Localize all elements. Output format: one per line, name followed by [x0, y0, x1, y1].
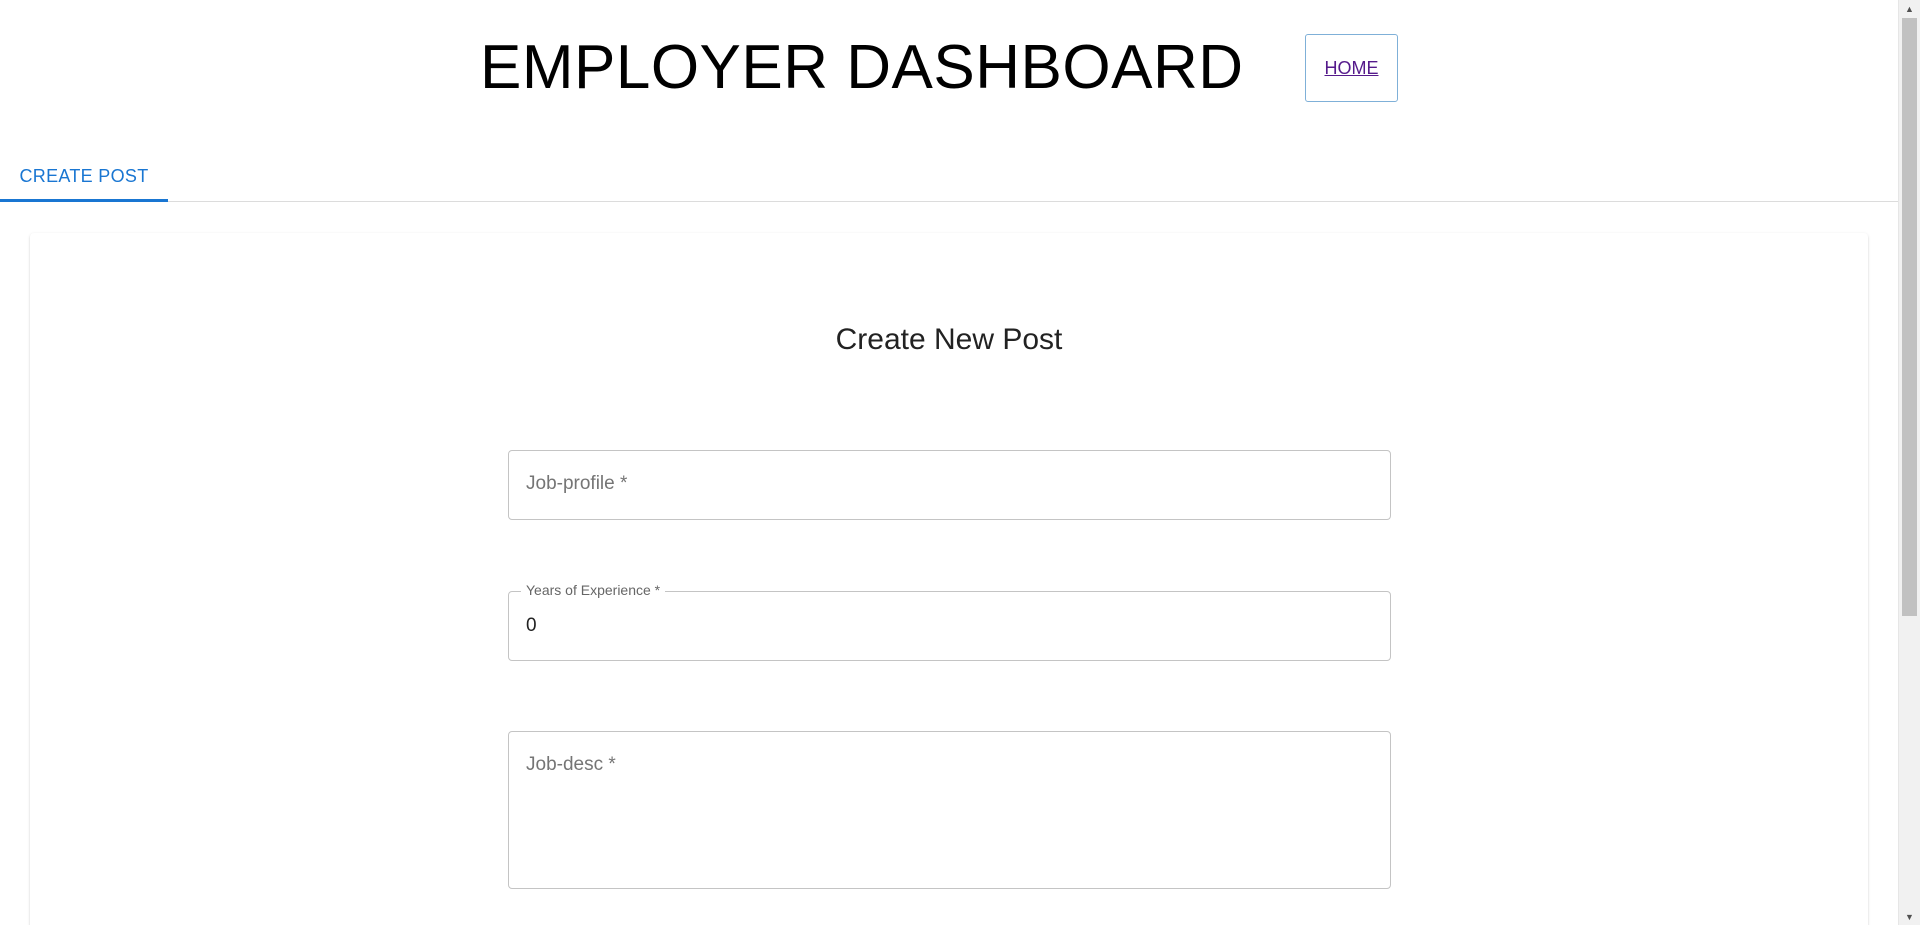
- tab-create-post[interactable]: CREATE POST: [0, 150, 168, 202]
- years-of-experience-field[interactable]: Years of Experience * 0: [508, 582, 1391, 661]
- job-desc-label: Job-desc *: [526, 754, 616, 775]
- years-of-experience-value[interactable]: 0: [526, 615, 537, 637]
- active-tab-indicator: [0, 199, 168, 202]
- home-button[interactable]: HOME: [1305, 34, 1398, 102]
- scroll-thumb[interactable]: [1902, 18, 1917, 616]
- job-desc-field[interactable]: Job-desc *: [508, 731, 1391, 889]
- page: EMPLOYER DASHBOARD HOME CREATE POST Crea…: [0, 0, 1898, 925]
- scroll-down-arrow-icon[interactable]: ▼: [1899, 908, 1920, 925]
- page-title: EMPLOYER DASHBOARD: [480, 33, 1244, 102]
- years-of-experience-label: Years of Experience *: [521, 582, 666, 598]
- create-post-card: Create New Post Job-profile * Years of E…: [30, 233, 1868, 925]
- form-heading: Create New Post: [835, 323, 1063, 356]
- job-profile-label: Job-profile *: [526, 473, 628, 494]
- vertical-scrollbar[interactable]: ▲ ▼: [1898, 0, 1920, 925]
- home-link[interactable]: HOME: [1325, 58, 1379, 79]
- scroll-up-arrow-icon[interactable]: ▲: [1899, 0, 1920, 17]
- job-profile-field[interactable]: Job-profile *: [508, 450, 1391, 520]
- tab-bar: CREATE POST: [0, 150, 1898, 202]
